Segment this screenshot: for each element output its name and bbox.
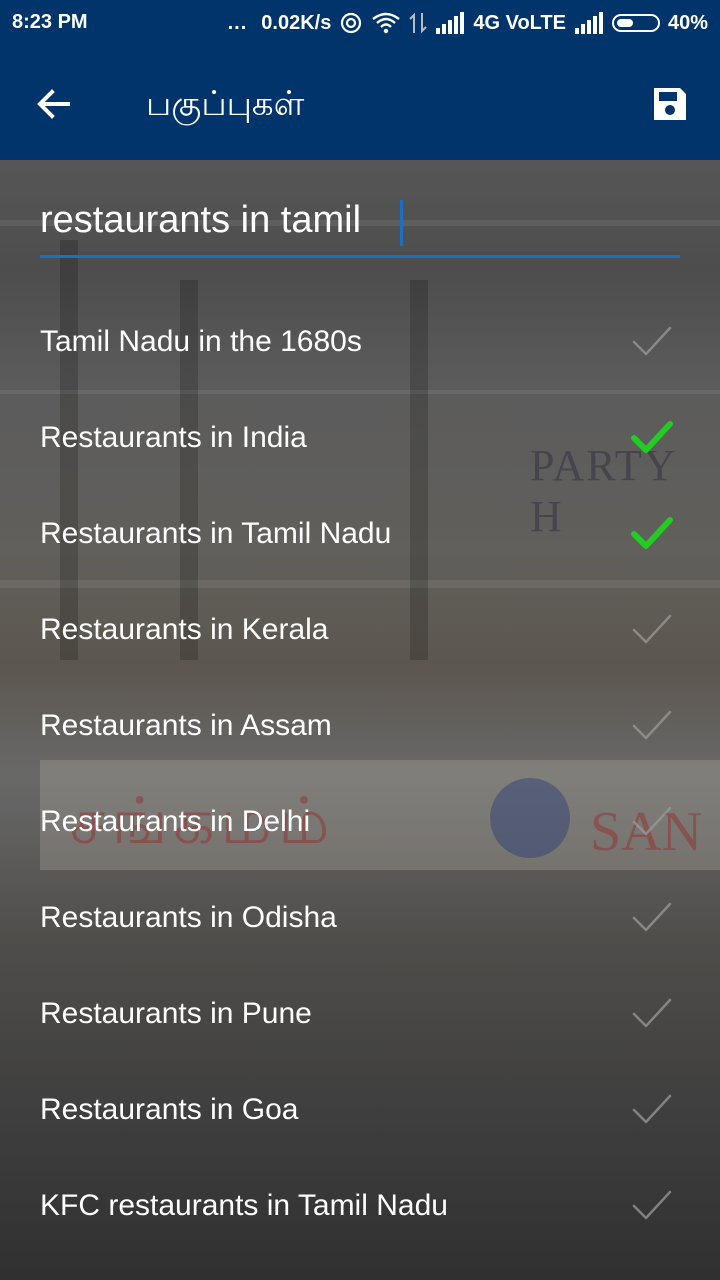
- category-item[interactable]: Tamil Nadu in the 1680s: [0, 294, 720, 390]
- arrow-back-icon: [37, 89, 70, 119]
- category-item[interactable]: Restaurants in Pune: [0, 966, 720, 1062]
- category-label: Restaurants in Goa: [40, 1093, 299, 1126]
- checkmark-icon[interactable]: [630, 994, 674, 1034]
- category-item[interactable]: Restaurants in Tamil Nadu: [0, 486, 720, 582]
- category-label: Restaurants in India: [40, 421, 307, 454]
- category-label: Restaurants in Odisha: [40, 901, 337, 934]
- status-bar: 8:23 PM ... 0.02K/s 4G VoLTE 40%: [0, 0, 720, 48]
- floppy-disk-icon: [654, 88, 686, 120]
- status-icons: ... 0.02K/s 4G VoLTE 40%: [228, 11, 708, 35]
- notification-dots: ...: [227, 11, 248, 34]
- app-bar: பகுப்புகள்: [0, 48, 720, 160]
- hotspot-icon: [339, 11, 363, 35]
- category-item[interactable]: Restaurants in Goa: [0, 1062, 720, 1158]
- wifi-icon: [371, 11, 401, 35]
- category-label: Restaurants in Kerala: [40, 613, 329, 646]
- category-list: Tamil Nadu in the 1680s Restaurants in In…: [0, 294, 720, 1254]
- category-item[interactable]: Restaurants in India: [0, 390, 720, 486]
- checkmark-icon[interactable]: [630, 898, 674, 938]
- category-item[interactable]: Restaurants in Kerala: [0, 582, 720, 678]
- checkmark-icon[interactable]: [630, 418, 674, 458]
- signal-icon: [435, 12, 465, 34]
- screen: PARTY H சங்கமம் SAN 8:23 PM ... 0.02K/s …: [0, 0, 720, 1280]
- search-area: [40, 186, 680, 262]
- checkmark-icon[interactable]: [630, 1090, 674, 1130]
- checkmark-icon[interactable]: [630, 514, 674, 554]
- category-label: Restaurants in Pune: [40, 997, 312, 1030]
- category-label: Restaurants in Tamil Nadu: [40, 517, 392, 550]
- category-label: Restaurants in Assam: [40, 709, 332, 742]
- data-transfer-icon: [409, 11, 428, 35]
- checkmark-icon[interactable]: [630, 706, 674, 746]
- checkmark-icon[interactable]: [630, 802, 674, 842]
- back-button[interactable]: [28, 78, 80, 130]
- checkmark-icon[interactable]: [630, 322, 674, 362]
- network-speed: 0.02K/s: [261, 11, 332, 34]
- category-item[interactable]: Restaurants in Delhi: [0, 774, 720, 870]
- search-input[interactable]: [40, 186, 680, 258]
- category-item[interactable]: Restaurants in Odisha: [0, 870, 720, 966]
- save-button[interactable]: [644, 78, 696, 130]
- category-item[interactable]: KFC restaurants in Tamil Nadu: [0, 1158, 720, 1254]
- category-item[interactable]: Restaurants in Assam: [0, 678, 720, 774]
- network-type: 4G VoLTE: [473, 11, 566, 34]
- checkmark-icon[interactable]: [630, 1186, 674, 1226]
- text-cursor: [400, 200, 403, 246]
- battery-icon: [611, 14, 660, 32]
- battery-level: 40%: [667, 11, 708, 34]
- category-label: Restaurants in Delhi: [40, 805, 311, 838]
- page-title: பகுப்புகள்: [146, 84, 305, 124]
- signal-icon-2: [574, 12, 604, 34]
- category-label: Tamil Nadu in the 1680s: [40, 325, 362, 358]
- status-time: 8:23 PM: [12, 11, 88, 33]
- checkmark-icon[interactable]: [630, 610, 674, 650]
- category-label: KFC restaurants in Tamil Nadu: [40, 1189, 448, 1222]
